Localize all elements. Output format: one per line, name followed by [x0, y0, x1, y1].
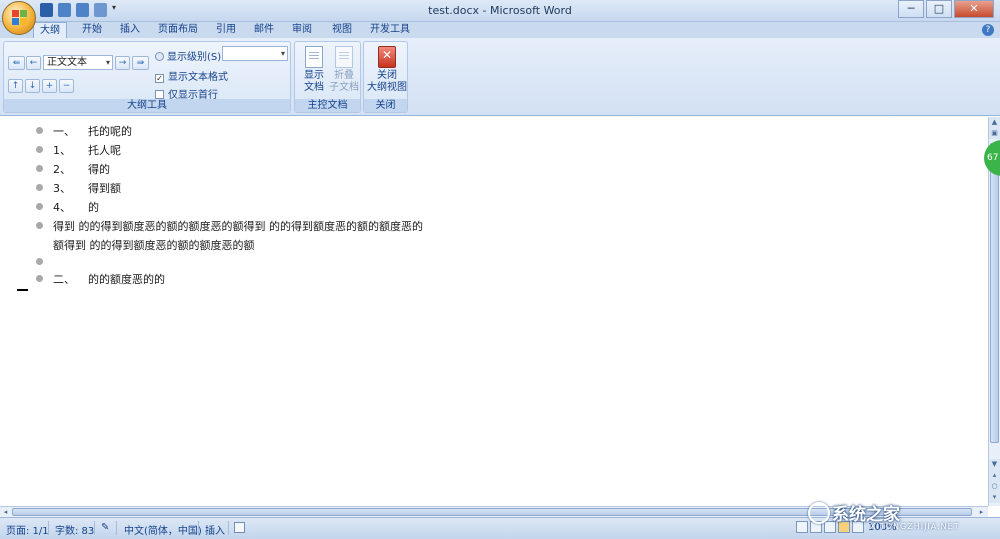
status-separator — [198, 521, 199, 535]
outline-bullet[interactable] — [36, 184, 43, 191]
outline-bullet[interactable] — [36, 203, 43, 210]
close-outline-label-2: 大纲视图 — [367, 82, 407, 93]
next-page-icon[interactable]: ▾ — [989, 492, 1000, 503]
status-separator — [228, 521, 229, 535]
checkbox-checked-icon: ✓ — [155, 74, 164, 83]
window-controls: ─ □ ✕ — [896, 0, 994, 18]
status-word-count[interactable]: 字数: 83 — [55, 522, 94, 537]
tab-developer[interactable]: 开发工具 — [364, 22, 416, 38]
outline-line: 3、 得到额 — [53, 182, 121, 195]
expand-icon[interactable]: + — [42, 79, 57, 93]
office-logo-icon — [12, 10, 28, 26]
move-up-icon[interactable]: ↑ — [8, 79, 23, 93]
promote-to-heading1-icon[interactable]: ⇚ — [8, 56, 25, 70]
demote-icon[interactable]: → — [115, 56, 130, 70]
document-icon — [305, 46, 323, 68]
outline-line: 一、 托的呢的 — [53, 125, 132, 138]
move-down-icon[interactable]: ↓ — [25, 79, 40, 93]
tab-review[interactable]: 审阅 — [286, 22, 318, 38]
print-layout-view-icon[interactable] — [796, 521, 808, 533]
group-master-document: 显示 文档 折叠 子文档 主控文档 — [294, 41, 361, 113]
status-separator — [116, 521, 117, 535]
scroll-left-icon[interactable]: ◂ — [0, 507, 11, 517]
show-level-icon — [155, 52, 164, 61]
scroll-right-icon[interactable]: ▸ — [976, 507, 987, 517]
maximize-button[interactable]: □ — [926, 0, 952, 18]
proofing-icon[interactable]: ✎ — [101, 522, 109, 533]
tab-insert[interactable]: 插入 — [114, 22, 146, 38]
help-icon[interactable]: ? — [982, 24, 994, 36]
outline-bullet[interactable] — [36, 165, 43, 172]
title-bar: ▾ test.docx - Microsoft Word ─ □ ✕ — [0, 0, 1000, 22]
status-language[interactable]: 中文(简体，中国) — [124, 522, 202, 537]
show-text-format-checkbox[interactable]: ✓ 显示文本格式 — [155, 68, 228, 83]
tab-home[interactable]: 开始 — [76, 22, 108, 38]
scroll-down-icon[interactable]: ▼ — [989, 459, 1000, 470]
close-button[interactable]: ✕ — [954, 0, 994, 18]
outline-level-value: 正文文本 — [47, 57, 87, 68]
chevron-down-icon: ▾ — [105, 58, 110, 67]
demote-to-body-icon[interactable]: ⇛ — [132, 56, 149, 70]
group-label-master-document: 主控文档 — [295, 99, 360, 112]
previous-page-icon[interactable]: ▴ — [989, 470, 1000, 481]
show-document-button[interactable]: 显示 文档 — [301, 46, 327, 94]
checkbox-unchecked-icon — [155, 90, 164, 99]
office-button[interactable] — [2, 1, 36, 35]
scroll-up-icon[interactable]: ▲ — [989, 117, 1000, 128]
promote-icon[interactable]: ← — [26, 56, 41, 70]
outline-line: 1、 托人呢 — [53, 144, 121, 157]
show-level-combo[interactable]: ▾ — [222, 46, 288, 61]
collapse-subdocs-label-2: 子文档 — [329, 82, 359, 93]
outline-line: 得到 的的得到额度恶的额的额度恶的额得到 的的得到额度恶的额的额度恶的 — [53, 220, 423, 233]
outline-line: 额得到 的的得到额度恶的额的额度恶的额 — [53, 239, 255, 252]
tab-view[interactable]: 视图 — [326, 22, 358, 38]
group-outline-tools: ⇚ ← 正文文本 ▾ → ⇛ ↑ ↓ + − 显示级别(S): ▾ ✓ 显示文本格… — [3, 41, 291, 113]
ruler-toggle-icon[interactable]: ▣ — [989, 128, 1000, 139]
outline-line: 二、 的的额度恶的的 — [53, 273, 165, 286]
tab-outline[interactable]: 大纲 — [33, 22, 67, 39]
status-separator — [94, 521, 95, 535]
group-close: ✕ 关闭 大纲视图 关闭 — [363, 41, 408, 113]
collapse-subdocs-label-1: 折叠 — [334, 70, 354, 81]
tab-references[interactable]: 引用 — [210, 22, 242, 38]
collapse-icon[interactable]: − — [59, 79, 74, 93]
status-page[interactable]: 页面: 1/1 — [6, 522, 49, 537]
group-label-outline-tools: 大纲工具 — [4, 99, 290, 112]
group-label-close: 关闭 — [364, 99, 407, 112]
status-separator — [48, 521, 49, 535]
tab-mailings[interactable]: 邮件 — [248, 22, 280, 38]
chevron-down-icon: ▾ — [280, 49, 285, 58]
subdocument-icon — [335, 46, 353, 68]
outline-line: 2、 得的 — [53, 163, 110, 176]
tab-page-layout[interactable]: 页面布局 — [152, 22, 204, 38]
select-browse-object-icon[interactable]: ○ — [989, 481, 1000, 492]
collapse-subdocuments-button[interactable]: 折叠 子文档 — [329, 46, 359, 94]
outline-bullet[interactable] — [36, 146, 43, 153]
outline-bullet[interactable] — [36, 127, 43, 134]
outline-line: 4、的 — [53, 201, 99, 214]
show-document-label-2: 文档 — [304, 82, 324, 93]
outline-bullet[interactable] — [36, 222, 43, 229]
close-icon: ✕ — [378, 46, 396, 68]
text-cursor — [17, 289, 28, 291]
document-area[interactable]: 一、 托的呢的 1、 托人呢 2、 得的 3、 得到额 4、的 得到 的的得到额度恶的额… — [0, 117, 988, 506]
show-document-label-1: 显示 — [304, 70, 324, 81]
macro-record-icon[interactable] — [234, 522, 245, 533]
watermark-logo-icon — [808, 502, 830, 524]
window-title: test.docx - Microsoft Word — [428, 4, 572, 17]
status-insert-mode[interactable]: 插入 — [205, 522, 225, 537]
show-level-label: 显示级别(S): — [155, 48, 225, 63]
watermark-subtext: XITONGZHIJIA.NET — [870, 522, 960, 531]
outline-bullet[interactable] — [36, 275, 43, 282]
outline-bullet[interactable] — [36, 258, 43, 265]
close-outline-view-button[interactable]: ✕ 关闭 大纲视图 — [366, 46, 408, 94]
close-outline-label-1: 关闭 — [377, 70, 397, 81]
outline-level-combo[interactable]: 正文文本 ▾ — [43, 55, 113, 70]
vertical-scroll-thumb[interactable] — [990, 143, 999, 443]
minimize-button[interactable]: ─ — [898, 0, 924, 18]
ribbon-tabs: 大纲 开始 插入 页面布局 引用 邮件 审阅 视图 开发工具 ? — [0, 22, 1000, 39]
ribbon: ⇚ ← 正文文本 ▾ → ⇛ ↑ ↓ + − 显示级别(S): ▾ ✓ 显示文本格… — [0, 38, 1000, 116]
